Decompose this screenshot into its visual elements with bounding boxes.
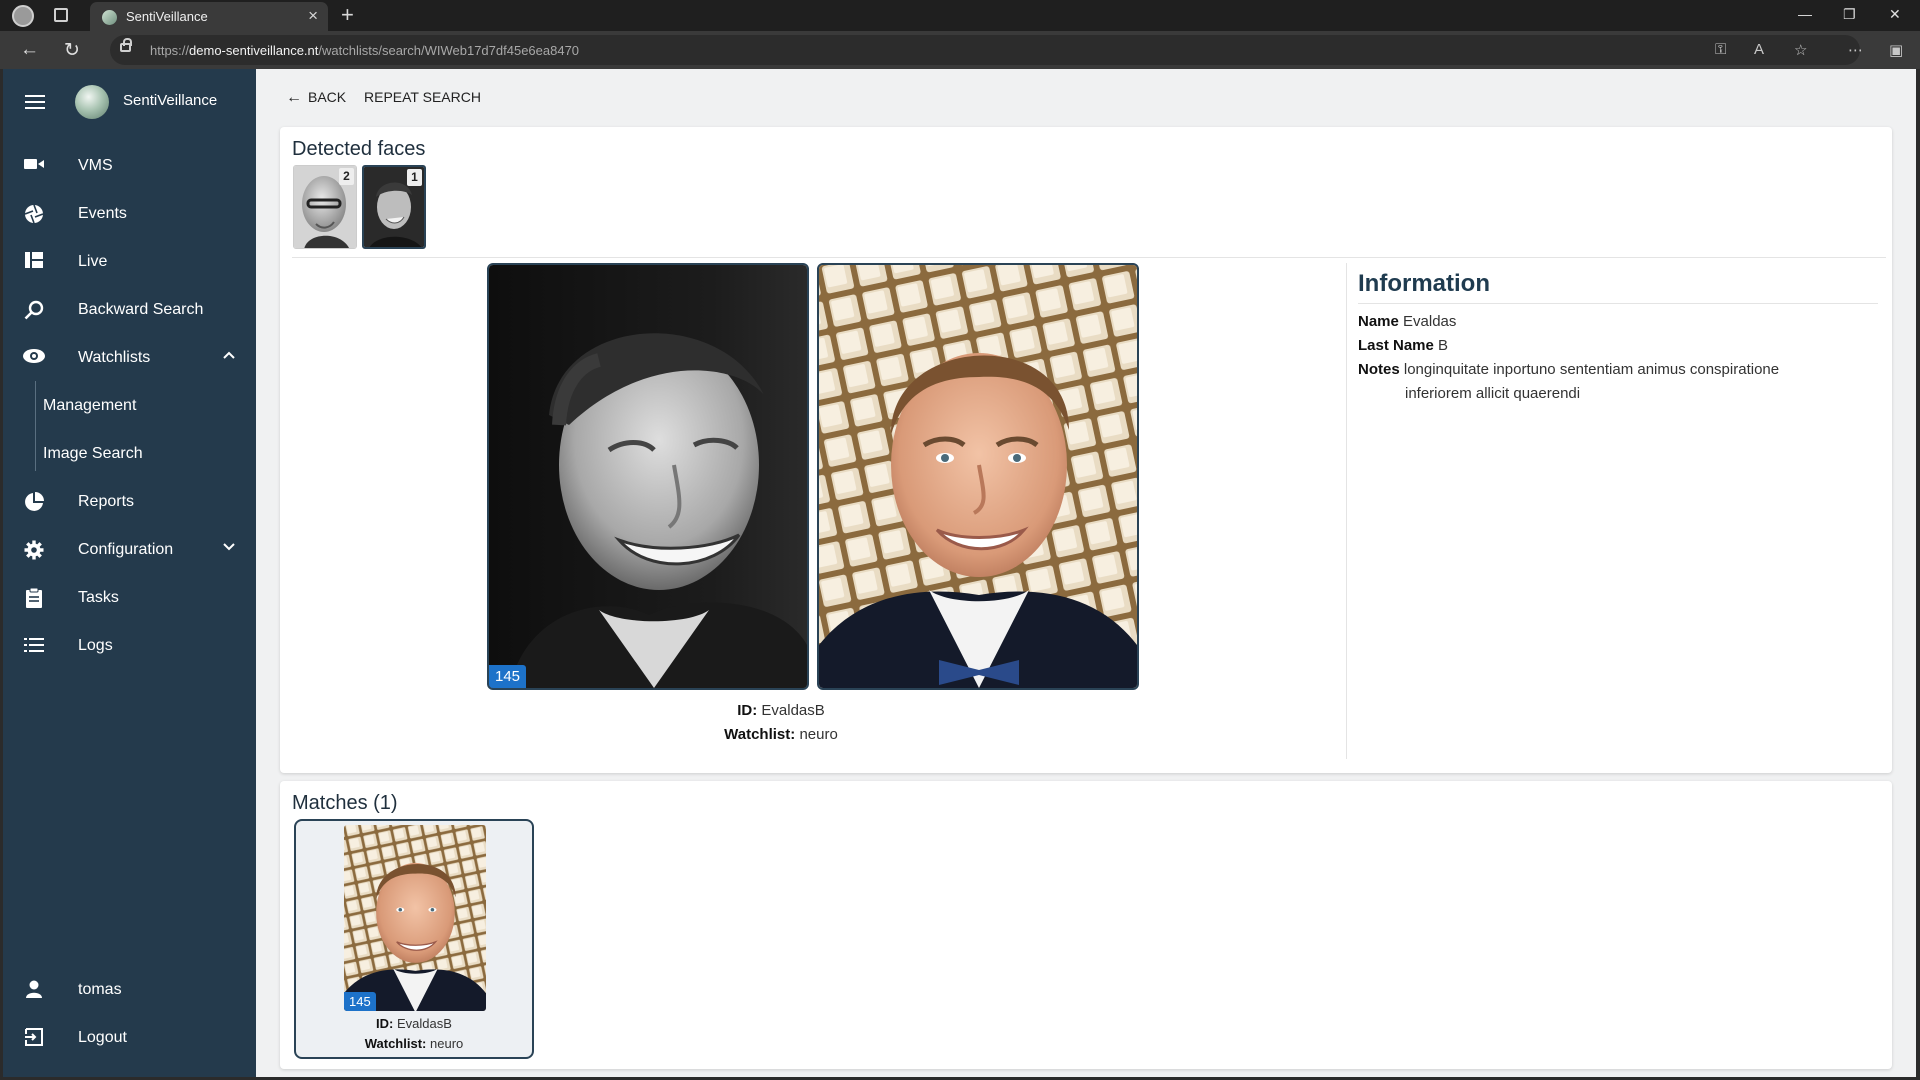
restore-icon[interactable]: ❐ (1843, 6, 1856, 23)
sidebar-header: SentiVeillance (3, 69, 256, 131)
sidebar-item-label: Watchlists (78, 349, 151, 366)
information-divider (1358, 303, 1878, 304)
sidebar-item-logs[interactable]: Logs (3, 623, 256, 669)
sidebar-item-events[interactable]: Events (3, 191, 256, 237)
brand-name: SentiVeillance (123, 92, 218, 109)
matches-title: Matches (1) (292, 792, 398, 814)
detected-faces-card: Detected faces 2 1 145 ID: EvaldasB Watc… (280, 127, 1892, 773)
sidebar-item-reports[interactable]: Reports (3, 479, 256, 525)
sidebar-item-label: Backward Search (78, 301, 204, 318)
submenu-divider (35, 381, 36, 471)
sentiveillance-favicon-icon (102, 10, 117, 25)
user-name: tomas (78, 981, 122, 998)
sidebar-subitem-label: Image Search (43, 445, 143, 462)
pie-chart-icon (23, 492, 45, 512)
hamburger-menu-icon[interactable] (25, 95, 45, 109)
reload-icon[interactable]: ↻ (64, 39, 80, 62)
probe-face-photo: 145 (487, 263, 809, 690)
detected-face-thumbnail-selected[interactable]: 1 (362, 165, 426, 249)
sidebar-item-label: VMS (78, 157, 113, 174)
tab-title: SentiVeillance (126, 9, 208, 24)
info-last-name: Last Name B (1358, 337, 1449, 354)
eye-icon (23, 348, 45, 368)
gear-icon (23, 540, 45, 560)
information-title: Information (1358, 270, 1490, 297)
watchlist-face-photo (817, 263, 1139, 690)
face-count-badge: 1 (407, 169, 422, 186)
sidebar-item-backward-search[interactable]: Backward Search (3, 287, 256, 333)
user-icon (23, 980, 45, 1000)
info-notes-continued: inferiorem allicit quaerendi (1405, 385, 1581, 402)
profile-avatar-icon[interactable] (12, 5, 34, 27)
sidebar-item-tasks[interactable]: Tasks (3, 575, 256, 621)
favorite-star-icon[interactable]: ☆ (1794, 41, 1807, 59)
sidebar: SentiVeillance VMS Events Live Backward (3, 69, 256, 1077)
sidebar-toggle-icon[interactable]: ▣ (1889, 41, 1903, 59)
match-score-badge: 145 (344, 992, 376, 1011)
info-name: Name Evaldas (1358, 313, 1457, 330)
sidebar-subitem-management[interactable]: Management (43, 383, 256, 429)
logout-button[interactable]: Logout (3, 1015, 256, 1061)
tab-actions-icon[interactable] (54, 8, 68, 22)
sidebar-item-configuration[interactable]: Configuration (3, 527, 256, 573)
match-id: ID: EvaldasB (376, 1016, 452, 1031)
back-button[interactable]: ← BACK (286, 89, 346, 109)
search-icon (23, 300, 45, 320)
sidebar-subitem-label: Management (43, 397, 137, 414)
sidebar-item-watchlists[interactable]: Watchlists (3, 335, 256, 381)
back-label: BACK (308, 89, 347, 105)
sidebar-item-live[interactable]: Live (3, 239, 256, 285)
sidebar-item-label: Tasks (78, 589, 119, 606)
repeat-search-button[interactable]: REPEAT SEARCH (364, 89, 481, 105)
matches-card: Matches (1) 145 ID: EvaldasB Watchlist: … (280, 781, 1892, 1069)
sidebar-item-label: Logs (78, 637, 113, 654)
match-score-badge: 145 (489, 665, 527, 688)
aperture-icon (23, 204, 45, 224)
minimize-icon[interactable]: — (1798, 6, 1812, 22)
new-tab-icon[interactable]: + (341, 2, 354, 28)
detected-id: ID: EvaldasB (737, 702, 825, 719)
video-camera-icon (23, 156, 45, 176)
detected-face-thumbnail[interactable]: 2 (293, 165, 357, 249)
logout-label: Logout (78, 1029, 127, 1046)
app-window: SentiVeillance VMS Events Live Backward (0, 69, 1920, 1080)
sidebar-item-label: Reports (78, 493, 135, 510)
chevron-up-icon[interactable] (222, 347, 236, 363)
sidebar-item-label: Events (78, 205, 127, 222)
chevron-down-icon[interactable] (222, 539, 236, 555)
sidebar-item-user[interactable]: tomas (3, 967, 256, 1013)
sidebar-subitem-image-search[interactable]: Image Search (43, 431, 256, 477)
info-notes: Notes longinquitate inportuno sententiam… (1358, 361, 1780, 378)
sentiveillance-logo-icon (75, 85, 109, 119)
clipboard-icon (23, 587, 45, 608)
list-icon (23, 636, 45, 656)
tab-close-icon[interactable]: × (308, 6, 318, 26)
read-aloud-icon[interactable]: A (1754, 41, 1764, 58)
browser-tab-strip: SentiVeillance × + — ❐ ✕ (0, 0, 1920, 31)
browser-tab[interactable]: SentiVeillance × (90, 2, 328, 31)
arrow-left-icon: ← (286, 89, 302, 106)
key-icon[interactable]: ⚿ (1715, 41, 1726, 58)
grid-icon (23, 252, 45, 272)
detected-watchlist: Watchlist: neuro (724, 726, 838, 743)
main-content: ← BACK REPEAT SEARCH Detected faces 2 1 … (256, 69, 1916, 1077)
more-options-icon[interactable]: ⋯ (1848, 41, 1863, 59)
match-watchlist: Watchlist: neuro (364, 1036, 464, 1051)
section-divider (292, 257, 1886, 258)
match-face-photo: 145 (344, 825, 486, 1011)
sidebar-item-vms[interactable]: VMS (3, 143, 256, 189)
lock-icon[interactable] (120, 38, 132, 52)
detected-faces-title: Detected faces (292, 138, 426, 160)
face-count-badge: 2 (339, 168, 354, 185)
sidebar-item-label: Live (78, 253, 108, 270)
logout-icon (23, 1028, 45, 1048)
browser-address-bar: ← ↻ https://demo-sentiveillance.nt/watch… (0, 31, 1920, 69)
section-vertical-divider (1346, 263, 1347, 759)
toolbar: ← BACK REPEAT SEARCH (256, 69, 1916, 127)
url-text[interactable]: https://demo-sentiveillance.nt/watchlist… (150, 43, 579, 58)
back-arrow-icon[interactable]: ← (20, 39, 39, 61)
sidebar-item-label: Configuration (78, 541, 174, 558)
window-close-icon[interactable]: ✕ (1889, 6, 1901, 23)
match-item[interactable]: 145 ID: EvaldasB Watchlist: neuro (294, 819, 534, 1059)
